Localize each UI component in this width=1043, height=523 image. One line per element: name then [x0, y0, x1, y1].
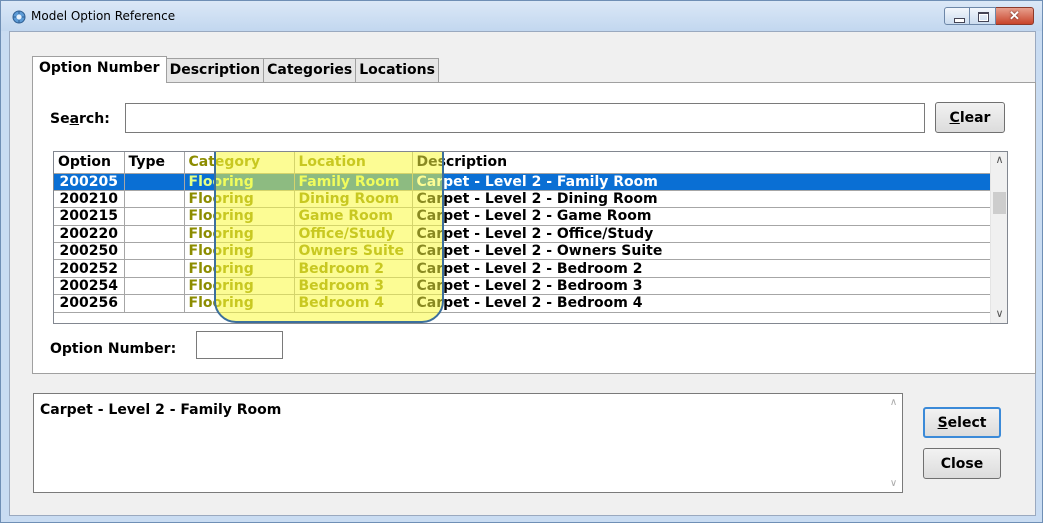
description-cell: Carpet - Level 2 - Bedroom 2	[412, 259, 993, 278]
category-cell: Flooring	[184, 294, 295, 313]
minimize-button[interactable]	[944, 7, 970, 25]
table-row[interactable]: 200256 Flooring Bedroom 4 Carpet - Level…	[54, 294, 993, 313]
tab-categories[interactable]: Categories	[263, 58, 357, 82]
description-scrollbar[interactable]: ∧ ∨	[885, 394, 902, 492]
table-row[interactable]: 200210 Flooring Dining Room Carpet - Lev…	[54, 190, 993, 209]
search-input[interactable]	[125, 103, 925, 133]
option-cell: 200252	[54, 259, 125, 278]
location-cell: Game Room	[294, 207, 413, 226]
category-cell: Flooring	[184, 259, 295, 278]
tab-option-number[interactable]: Option Number	[32, 56, 167, 83]
table-row[interactable]: 200250 Flooring Owners Suite Carpet - Le…	[54, 242, 993, 261]
type-cell	[124, 294, 185, 313]
type-cell	[124, 277, 185, 296]
location-cell: Bedroom 4	[294, 294, 413, 313]
location-cell: Office/Study	[294, 225, 413, 244]
app-icon	[12, 10, 26, 24]
type-cell	[124, 173, 185, 191]
type-cell	[124, 225, 185, 244]
chevron-up-icon[interactable]: ∧	[885, 394, 902, 411]
location-cell: Bedroom 2	[294, 259, 413, 278]
table-row[interactable]: 200215 Flooring Game Room Carpet - Level…	[54, 207, 993, 226]
option-number-input[interactable]	[196, 331, 283, 359]
option-cell: 200220	[54, 225, 125, 244]
chevron-up-icon[interactable]: ∧	[991, 152, 1007, 169]
column-header-option[interactable]: Option	[54, 152, 125, 174]
table-row[interactable]: 200254 Flooring Bedroom 3 Carpet - Level…	[54, 277, 993, 296]
table-row[interactable]: 200252 Flooring Bedroom 2 Carpet - Level…	[54, 259, 993, 278]
close-button[interactable]: Close	[923, 448, 1001, 479]
option-number-label: Option Number:	[50, 341, 177, 357]
column-header-category[interactable]: Category	[184, 152, 295, 174]
location-cell: Bedroom 3	[294, 277, 413, 296]
description-box[interactable]: Carpet - Level 2 - Family Room ∧ ∨	[33, 393, 903, 493]
close-icon: ✕	[1009, 8, 1020, 23]
description-cell: Carpet - Level 2 - Family Room	[412, 173, 993, 191]
maximize-button[interactable]	[970, 7, 996, 25]
close-window-button[interactable]: ✕	[996, 7, 1034, 25]
category-cell: Flooring	[184, 225, 295, 244]
tab-locations[interactable]: Locations	[355, 58, 439, 82]
table-row[interactable]: 200220 Flooring Office/Study Carpet - Le…	[54, 225, 993, 244]
option-cell: 200254	[54, 277, 125, 296]
tab-description[interactable]: Description	[165, 58, 265, 82]
location-cell: Owners Suite	[294, 242, 413, 261]
description-cell: Carpet - Level 2 - Owners Suite	[412, 242, 993, 261]
column-header-location[interactable]: Location	[294, 152, 413, 174]
description-cell: Carpet - Level 2 - Bedroom 4	[412, 294, 993, 313]
window-title: Model Option Reference	[31, 9, 176, 23]
option-cell: 200250	[54, 242, 125, 261]
client-area: Option Number Description Categories Loc…	[9, 31, 1036, 516]
table-row[interactable]: 200205 Flooring Family Room Carpet - Lev…	[54, 173, 993, 191]
category-cell: Flooring	[184, 207, 295, 226]
description-cell: Carpet - Level 2 - Bedroom 3	[412, 277, 993, 296]
chevron-down-icon[interactable]: ∨	[991, 306, 1007, 323]
option-cell: 200205	[54, 173, 125, 191]
column-header-description[interactable]: Description	[412, 152, 993, 174]
search-label: Search:	[50, 111, 110, 127]
option-cell: 200215	[54, 207, 125, 226]
type-cell	[124, 259, 185, 278]
category-cell: Flooring	[184, 277, 295, 296]
tab-strip: Option Number Description Categories Loc…	[32, 56, 439, 83]
column-header-type[interactable]: Type	[124, 152, 185, 174]
title-bar[interactable]: Model Option Reference ✕	[1, 1, 1042, 31]
grid-scrollbar[interactable]: ∧ ∨	[990, 152, 1007, 323]
options-table: Option Type Category Location Descriptio…	[54, 152, 993, 313]
option-cell: 200256	[54, 294, 125, 313]
description-cell: Carpet - Level 2 - Office/Study	[412, 225, 993, 244]
type-cell	[124, 190, 185, 209]
type-cell	[124, 242, 185, 261]
category-cell: Flooring	[184, 173, 295, 191]
option-cell: 200210	[54, 190, 125, 209]
description-cell: Carpet - Level 2 - Game Room	[412, 207, 993, 226]
tab-panel: Search: Clear Option Type Category Locat…	[32, 82, 1036, 374]
location-cell: Dining Room	[294, 190, 413, 209]
options-grid[interactable]: Option Type Category Location Descriptio…	[53, 151, 1008, 324]
caption-buttons: ✕	[944, 7, 1034, 25]
category-cell: Flooring	[184, 242, 295, 261]
description-text: Carpet - Level 2 - Family Room	[40, 402, 282, 418]
description-cell: Carpet - Level 2 - Dining Room	[412, 190, 993, 209]
scroll-thumb[interactable]	[993, 192, 1006, 214]
chevron-down-icon[interactable]: ∨	[885, 475, 902, 492]
location-cell: Family Room	[294, 173, 413, 191]
table-header: Option Type Category Location Descriptio…	[54, 152, 993, 174]
app-window: Model Option Reference ✕ Option Number D…	[0, 0, 1043, 523]
category-cell: Flooring	[184, 190, 295, 209]
type-cell	[124, 207, 185, 226]
clear-button[interactable]: Clear	[935, 102, 1005, 133]
select-button[interactable]: Select	[923, 407, 1001, 438]
